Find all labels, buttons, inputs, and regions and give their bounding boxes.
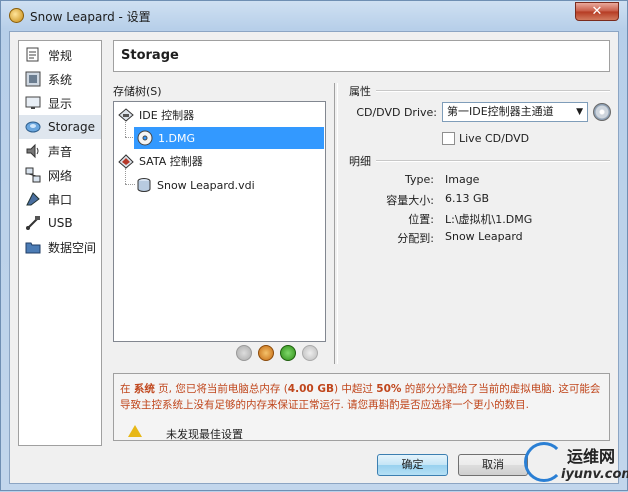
nav-item-serial-port[interactable]: 串口 (19, 187, 101, 211)
display-icon (25, 95, 41, 111)
add-attachment-icon[interactable] (258, 345, 274, 361)
window-title: Snow Leapard - 设置 (30, 10, 151, 24)
tree-toolbar (236, 345, 318, 363)
detail-label-type: Type: (405, 173, 434, 186)
live-cd-checkbox[interactable] (442, 132, 455, 145)
settings-nav: 常规 系统 显示 Storage 声音 网络 串口 USB 数据空间 (18, 40, 102, 446)
watermark-ring (524, 442, 564, 482)
detail-label-location: 位置: (408, 213, 434, 226)
detail-label-size: 容量大小: (386, 194, 434, 207)
usb-icon (25, 215, 41, 231)
tree-item-label: IDE 控制器 (139, 109, 195, 122)
chevron-down-icon: ▼ (576, 107, 583, 117)
gear-icon (9, 8, 24, 23)
watermark-line1: 运维网 (567, 447, 616, 466)
attributes-title: 属性 (349, 85, 371, 98)
nav-item-network[interactable]: 网络 (19, 163, 101, 187)
nav-item-general[interactable]: 常规 (19, 43, 101, 67)
hard-disk-icon (137, 178, 151, 192)
storage-tree[interactable]: IDE 控制器 1.DMG SATA 控制器 Snow Leapard.vdi (113, 101, 326, 342)
nav-item-display[interactable]: 显示 (19, 91, 101, 115)
tree-item-label: 1.DMG (158, 131, 195, 145)
status-text: 未发现最佳设置 (166, 428, 243, 441)
tree-item-ide-controller[interactable]: IDE 控制器 (118, 104, 194, 126)
add-controller-icon[interactable] (236, 345, 252, 361)
add-disk-icon[interactable] (280, 345, 296, 361)
audio-icon (25, 143, 41, 159)
storage-tree-label: 存储树(S) (113, 85, 162, 98)
ide-controller-icon (118, 108, 134, 122)
title-bar[interactable]: Snow Leapard - 设置 ✕ (1, 1, 627, 31)
detail-value-attached: Snow Leapard (445, 230, 523, 243)
tree-item-dmg[interactable]: 1.DMG (134, 127, 324, 149)
nav-item-shared-folders[interactable]: 数据空间 (19, 235, 101, 259)
nav-label: USB (48, 216, 73, 230)
nav-item-audio[interactable]: 声音 (19, 139, 101, 163)
nav-label: 串口 (48, 192, 73, 207)
page-title-box: Storage (113, 40, 610, 72)
detail-value-type: Image (445, 173, 480, 186)
drive-select-value: 第一IDE控制器主通道 (447, 105, 554, 118)
nav-label: 网络 (48, 168, 73, 183)
drive-label: CD/DVD Drive: (356, 106, 437, 119)
close-button[interactable]: ✕ (575, 2, 619, 21)
details-title: 明细 (349, 155, 371, 168)
network-icon (25, 167, 41, 183)
drive-select[interactable]: 第一IDE控制器主通道 ▼ (442, 102, 588, 122)
page-title: Storage (121, 48, 179, 63)
warning-icon (128, 425, 142, 437)
storage-icon (25, 119, 41, 135)
panel-splitter[interactable] (334, 83, 338, 364)
cancel-button[interactable]: 取消 (458, 454, 528, 476)
shared-folder-icon (25, 239, 41, 255)
live-cd-label: Live CD/DVD (459, 132, 530, 145)
settings-window: Snow Leapard - 设置 ✕ 常规 系统 显示 Storage 声音 … (0, 0, 628, 491)
system-icon (25, 71, 41, 87)
nav-item-usb[interactable]: USB (19, 211, 101, 235)
nav-item-system[interactable]: 系统 (19, 67, 101, 91)
serial-port-icon (25, 191, 41, 207)
detail-value-size: 6.13 GB (445, 192, 490, 205)
nav-item-storage[interactable]: Storage (19, 115, 101, 139)
nav-label: 声音 (48, 144, 73, 159)
cd-disc-icon[interactable] (593, 103, 611, 121)
tree-item-label: Snow Leapard.vdi (157, 178, 255, 192)
tree-item-vdi[interactable]: Snow Leapard.vdi (136, 174, 255, 196)
tree-item-label: SATA 控制器 (139, 155, 203, 168)
nav-label: 数据空间 (48, 240, 97, 255)
remove-attachment-icon[interactable] (302, 345, 318, 361)
cd-icon (137, 130, 153, 146)
sata-controller-icon (118, 154, 134, 169)
dialog-body: 常规 系统 显示 Storage 声音 网络 串口 USB 数据空间 Stora… (9, 31, 619, 484)
tree-item-sata-controller[interactable]: SATA 控制器 (118, 150, 203, 172)
detail-label-attached: 分配到: (397, 232, 434, 245)
nav-label: 显示 (48, 96, 73, 111)
nav-label: 系统 (48, 72, 73, 87)
general-icon (25, 47, 41, 63)
nav-label: 常规 (48, 48, 73, 63)
watermark-logo: 运维网 iyunv.com (519, 437, 628, 492)
ok-button[interactable]: 确定 (377, 454, 448, 476)
nav-label: Storage (48, 120, 95, 134)
detail-value-location: L:\虚拟机\1.DMG (445, 213, 533, 226)
watermark-line2: iyunv.com (561, 467, 628, 482)
